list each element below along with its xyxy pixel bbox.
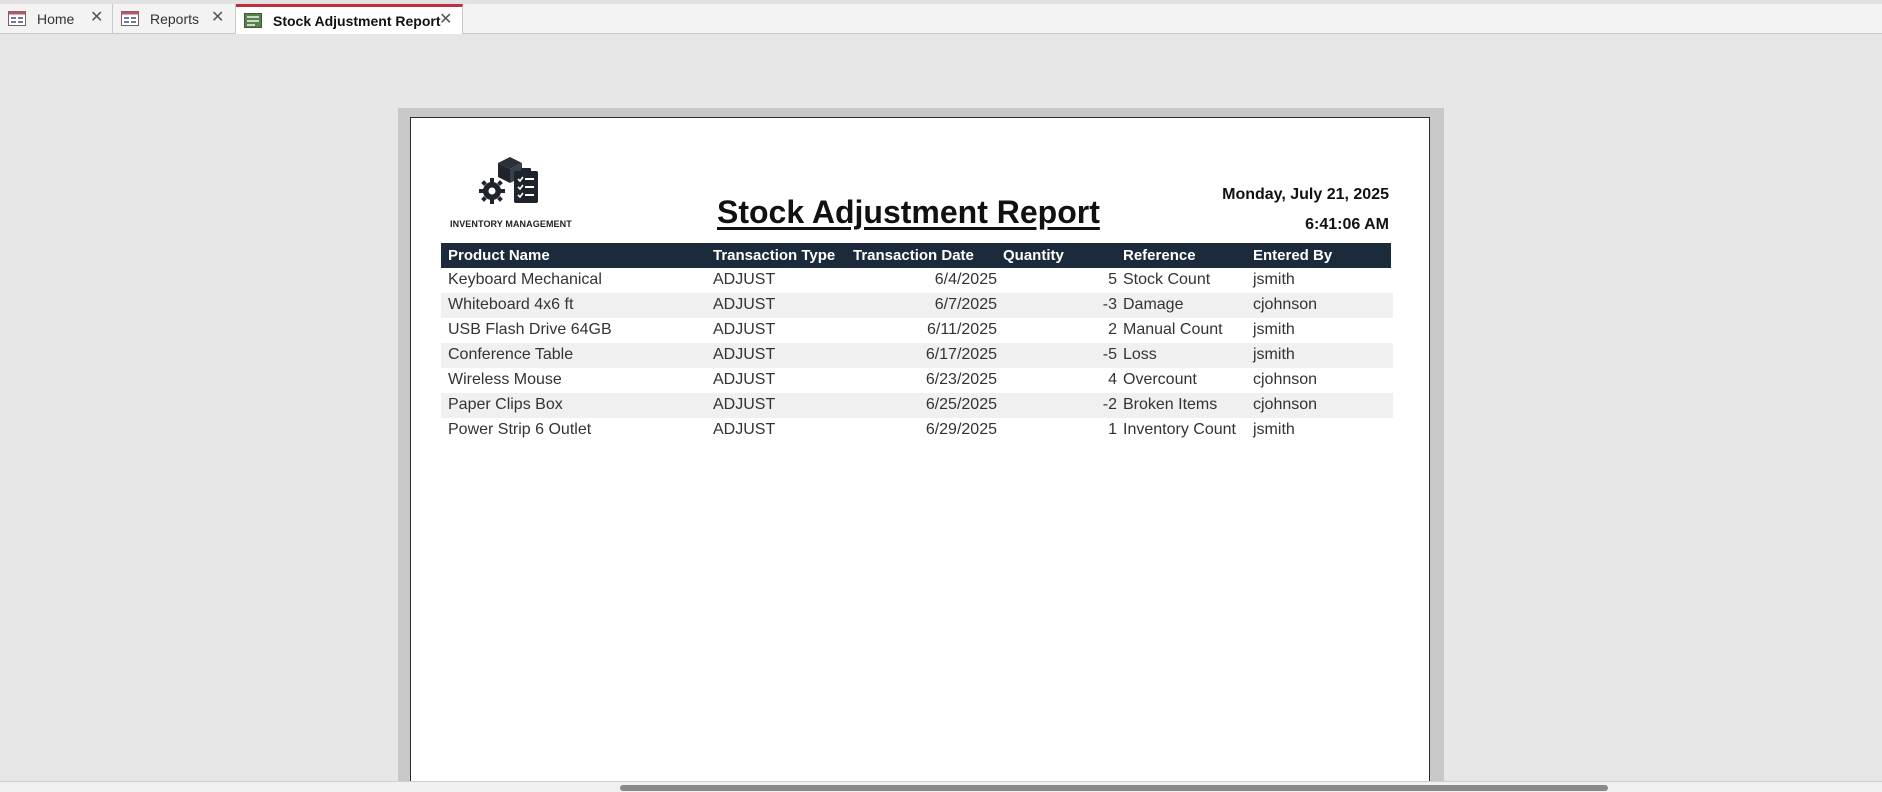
form-icon (8, 11, 26, 26)
cell-date: 6/29/2025 (925, 421, 997, 438)
cell-quantity: 1 (1108, 421, 1117, 438)
horizontal-scrollbar[interactable] (620, 785, 1608, 791)
cell-quantity: 4 (1108, 371, 1117, 388)
cell-product: Paper Clips Box (448, 396, 563, 413)
close-icon[interactable]: ✕ (211, 10, 224, 26)
column-header-quantity: Quantity (1003, 247, 1064, 264)
cell-reference: Manual Count (1123, 321, 1223, 338)
logo-caption: INVENTORY MANAGEMENT (450, 219, 572, 229)
table-header: Product Name Transaction Type Transactio… (441, 243, 1391, 268)
table-row: Paper Clips Box ADJUST 6/25/2025 -2 Brok… (441, 393, 1393, 418)
cell-date: 6/17/2025 (925, 346, 997, 363)
cell-date: 6/23/2025 (925, 371, 997, 388)
tab-home[interactable]: Home ✕ (0, 4, 113, 33)
cell-date: 6/7/2025 (934, 296, 997, 313)
cell-quantity: 5 (1108, 271, 1117, 288)
cell-product: Whiteboard 4x6 ft (448, 296, 574, 313)
cell-quantity: 2 (1108, 321, 1117, 338)
cell-reference: Damage (1123, 296, 1184, 313)
report-title: Stock Adjustment Report (717, 194, 1100, 230)
cell-type: ADJUST (713, 321, 776, 338)
table-row: Power Strip 6 Outlet ADJUST 6/29/2025 1 … (441, 418, 1393, 443)
cell-reference: Broken Items (1123, 396, 1218, 413)
report-date: Monday, July 21, 2025 (1222, 186, 1389, 203)
cell-reference: Overcount (1123, 371, 1197, 388)
tab-label: Stock Adjustment Report (273, 13, 441, 29)
column-header-transaction-type: Transaction Type (713, 247, 836, 264)
tab-reports[interactable]: Reports ✕ (113, 4, 236, 33)
tab-stock-adjustment-report[interactable]: Stock Adjustment Report ✕ (236, 4, 463, 34)
column-header-transaction-date: Transaction Date (853, 247, 974, 264)
cell-quantity: -5 (1102, 346, 1117, 363)
cell-entered-by: jsmith (1253, 271, 1295, 288)
close-icon[interactable]: ✕ (439, 12, 452, 28)
cell-product: Wireless Mouse (448, 371, 562, 388)
column-header-entered-by: Entered By (1253, 247, 1333, 264)
cell-product: Conference Table (448, 346, 574, 363)
report-time: 6:41:06 AM (1305, 216, 1389, 233)
cell-reference: Stock Count (1123, 271, 1211, 288)
cell-type: ADJUST (713, 346, 776, 363)
cell-quantity: -2 (1102, 396, 1117, 413)
tab-label: Reports (150, 11, 200, 27)
cell-type: ADJUST (713, 296, 776, 313)
cell-date: 6/25/2025 (925, 396, 997, 413)
form-icon (121, 11, 139, 26)
cell-type: ADJUST (713, 271, 776, 288)
tab-label: Home (37, 11, 75, 27)
column-header-product-name: Product Name (448, 247, 550, 264)
cell-entered-by: cjohnson (1253, 296, 1318, 313)
cell-entered-by: cjohnson (1253, 396, 1318, 413)
cell-type: ADJUST (713, 371, 776, 388)
table-row: Conference Table ADJUST 6/17/2025 -5 Los… (441, 343, 1393, 368)
cell-date: 6/11/2025 (927, 321, 997, 338)
table-row: Wireless Mouse ADJUST 6/23/2025 4 Overco… (441, 368, 1393, 393)
cell-reference: Loss (1123, 346, 1157, 363)
cell-entered-by: jsmith (1253, 421, 1295, 438)
table-row: Keyboard Mechanical ADJUST 6/4/2025 5 St… (441, 268, 1393, 293)
cell-quantity: -3 (1102, 296, 1117, 313)
cell-product: Power Strip 6 Outlet (448, 421, 592, 438)
inventory-logo-icon (479, 157, 538, 204)
cell-entered-by: jsmith (1253, 321, 1295, 338)
cell-reference: Inventory Count (1123, 421, 1236, 438)
column-header-reference: Reference (1123, 247, 1196, 264)
cell-product: USB Flash Drive 64GB (448, 321, 612, 338)
cell-date: 6/4/2025 (934, 271, 997, 288)
cell-type: ADJUST (713, 421, 776, 438)
table-row: USB Flash Drive 64GB ADJUST 6/11/2025 2 … (441, 318, 1393, 343)
close-icon[interactable]: ✕ (90, 10, 103, 26)
cell-entered-by: cjohnson (1253, 371, 1318, 388)
cell-product: Keyboard Mechanical (448, 271, 602, 288)
table-row: Whiteboard 4x6 ft ADJUST 6/7/2025 -3 Dam… (441, 293, 1393, 318)
report-icon (244, 13, 262, 28)
cell-type: ADJUST (713, 396, 776, 413)
document-tab-bar: Home ✕ Reports ✕ Stock Adjustment Report… (0, 0, 1882, 34)
cell-entered-by: jsmith (1253, 346, 1295, 363)
